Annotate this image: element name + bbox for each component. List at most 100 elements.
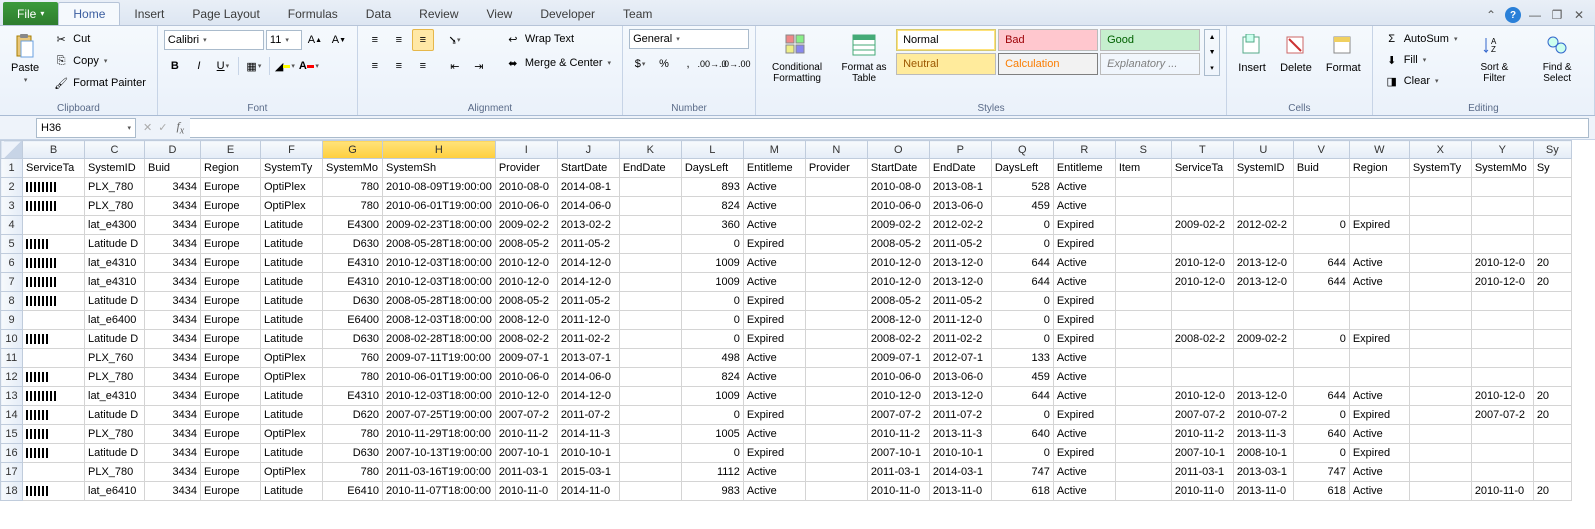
cell-C14[interactable]: Latitude D <box>85 406 145 425</box>
cell-G16[interactable]: D630 <box>323 444 383 463</box>
cell-J8[interactable]: 2011-05-2 <box>557 292 619 311</box>
cell-M13[interactable]: Active <box>743 387 805 406</box>
cell-D1[interactable]: Buid <box>145 159 201 178</box>
font-name-combo[interactable]: Calibri▾ <box>164 30 264 50</box>
cell-Z7[interactable]: 20 <box>1533 273 1571 292</box>
cell-S5[interactable] <box>1115 235 1171 254</box>
cell-D7[interactable]: 3434 <box>145 273 201 292</box>
fx-icon[interactable]: fx <box>176 119 184 136</box>
cell-N1[interactable]: Provider <box>805 159 867 178</box>
cell-Q4[interactable]: 0 <box>991 216 1053 235</box>
cell-T14[interactable]: 2007-07-2 <box>1171 406 1233 425</box>
cell-K1[interactable]: EndDate <box>619 159 681 178</box>
cell-V1[interactable]: Buid <box>1293 159 1349 178</box>
cell-M5[interactable]: Expired <box>743 235 805 254</box>
underline-button[interactable]: U▾ <box>212 55 234 77</box>
cell-B11[interactable] <box>23 349 85 368</box>
cell-M17[interactable]: Active <box>743 463 805 482</box>
cell-J15[interactable]: 2014-11-3 <box>557 425 619 444</box>
cell-T18[interactable]: 2010-11-0 <box>1171 482 1233 501</box>
cell-W8[interactable] <box>1349 292 1409 311</box>
cell-S6[interactable] <box>1115 254 1171 273</box>
cell-K18[interactable] <box>619 482 681 501</box>
cell-L15[interactable]: 1005 <box>681 425 743 444</box>
cell-J11[interactable]: 2013-07-1 <box>557 349 619 368</box>
col-header-I[interactable]: I <box>495 141 557 159</box>
cell-Q9[interactable]: 0 <box>991 311 1053 330</box>
cell-W13[interactable]: Active <box>1349 387 1409 406</box>
cell-O8[interactable]: 2008-05-2 <box>867 292 929 311</box>
cell-G14[interactable]: D620 <box>323 406 383 425</box>
cell-L3[interactable]: 824 <box>681 197 743 216</box>
cell-S15[interactable] <box>1115 425 1171 444</box>
cell-E3[interactable]: Europe <box>201 197 261 216</box>
minimize-icon[interactable]: — <box>1527 7 1543 23</box>
paste-button[interactable]: Paste ▾ <box>6 29 44 87</box>
cell-S11[interactable] <box>1115 349 1171 368</box>
cell-R6[interactable]: Active <box>1053 254 1115 273</box>
cell-D5[interactable]: 3434 <box>145 235 201 254</box>
cell-O5[interactable]: 2008-05-2 <box>867 235 929 254</box>
cell-E18[interactable]: Europe <box>201 482 261 501</box>
cell-T13[interactable]: 2010-12-0 <box>1171 387 1233 406</box>
col-header-V[interactable]: V <box>1293 141 1349 159</box>
cell-S3[interactable] <box>1115 197 1171 216</box>
cell-W3[interactable] <box>1349 197 1409 216</box>
cell-I10[interactable]: 2008-02-2 <box>495 330 557 349</box>
cell-B10[interactable] <box>23 330 85 349</box>
cell-I9[interactable]: 2008-12-0 <box>495 311 557 330</box>
cell-T9[interactable] <box>1171 311 1233 330</box>
cell-L18[interactable]: 983 <box>681 482 743 501</box>
cell-G10[interactable]: D630 <box>323 330 383 349</box>
cell-P12[interactable]: 2013-06-0 <box>929 368 991 387</box>
cell-F11[interactable]: OptiPlex <box>261 349 323 368</box>
cell-L7[interactable]: 1009 <box>681 273 743 292</box>
cell-Y13[interactable]: 2010-12-0 <box>1471 387 1533 406</box>
cell-M7[interactable]: Active <box>743 273 805 292</box>
row-header-10[interactable]: 10 <box>1 330 23 349</box>
cell-P8[interactable]: 2011-05-2 <box>929 292 991 311</box>
cell-X6[interactable] <box>1409 254 1471 273</box>
cell-V18[interactable]: 618 <box>1293 482 1349 501</box>
cell-W11[interactable] <box>1349 349 1409 368</box>
cell-B1[interactable]: ServiceTa <box>23 159 85 178</box>
cell-S9[interactable] <box>1115 311 1171 330</box>
cell-W10[interactable]: Expired <box>1349 330 1409 349</box>
cell-S14[interactable] <box>1115 406 1171 425</box>
cell-F14[interactable]: Latitude <box>261 406 323 425</box>
cell-J7[interactable]: 2014-12-0 <box>557 273 619 292</box>
col-header-O[interactable]: O <box>867 141 929 159</box>
cell-K5[interactable] <box>619 235 681 254</box>
col-header-X[interactable]: X <box>1409 141 1471 159</box>
cell-C5[interactable]: Latitude D <box>85 235 145 254</box>
cell-C11[interactable]: PLX_760 <box>85 349 145 368</box>
col-header-U[interactable]: U <box>1233 141 1293 159</box>
cell-Q18[interactable]: 618 <box>991 482 1053 501</box>
cell-U16[interactable]: 2008-10-1 <box>1233 444 1293 463</box>
cell-O16[interactable]: 2007-10-1 <box>867 444 929 463</box>
cell-N7[interactable] <box>805 273 867 292</box>
cell-G4[interactable]: E4300 <box>323 216 383 235</box>
col-header-P[interactable]: P <box>929 141 991 159</box>
cell-U18[interactable]: 2013-11-0 <box>1233 482 1293 501</box>
cell-V2[interactable] <box>1293 178 1349 197</box>
cell-P13[interactable]: 2013-12-0 <box>929 387 991 406</box>
cell-S12[interactable] <box>1115 368 1171 387</box>
cell-B12[interactable] <box>23 368 85 387</box>
cell-W16[interactable]: Expired <box>1349 444 1409 463</box>
cell-G17[interactable]: 780 <box>323 463 383 482</box>
cell-L10[interactable]: 0 <box>681 330 743 349</box>
cell-Z3[interactable] <box>1533 197 1571 216</box>
cell-L2[interactable]: 893 <box>681 178 743 197</box>
style-scroll-down[interactable]: ▼ <box>1205 45 1219 60</box>
cell-E1[interactable]: Region <box>201 159 261 178</box>
cell-D14[interactable]: 3434 <box>145 406 201 425</box>
cell-Y2[interactable] <box>1471 178 1533 197</box>
cell-V16[interactable]: 0 <box>1293 444 1349 463</box>
cell-U2[interactable] <box>1233 178 1293 197</box>
border-button[interactable]: ▦▾ <box>243 55 265 77</box>
cell-D6[interactable]: 3434 <box>145 254 201 273</box>
cell-T6[interactable]: 2010-12-0 <box>1171 254 1233 273</box>
cell-B18[interactable] <box>23 482 85 501</box>
cell-E8[interactable]: Europe <box>201 292 261 311</box>
